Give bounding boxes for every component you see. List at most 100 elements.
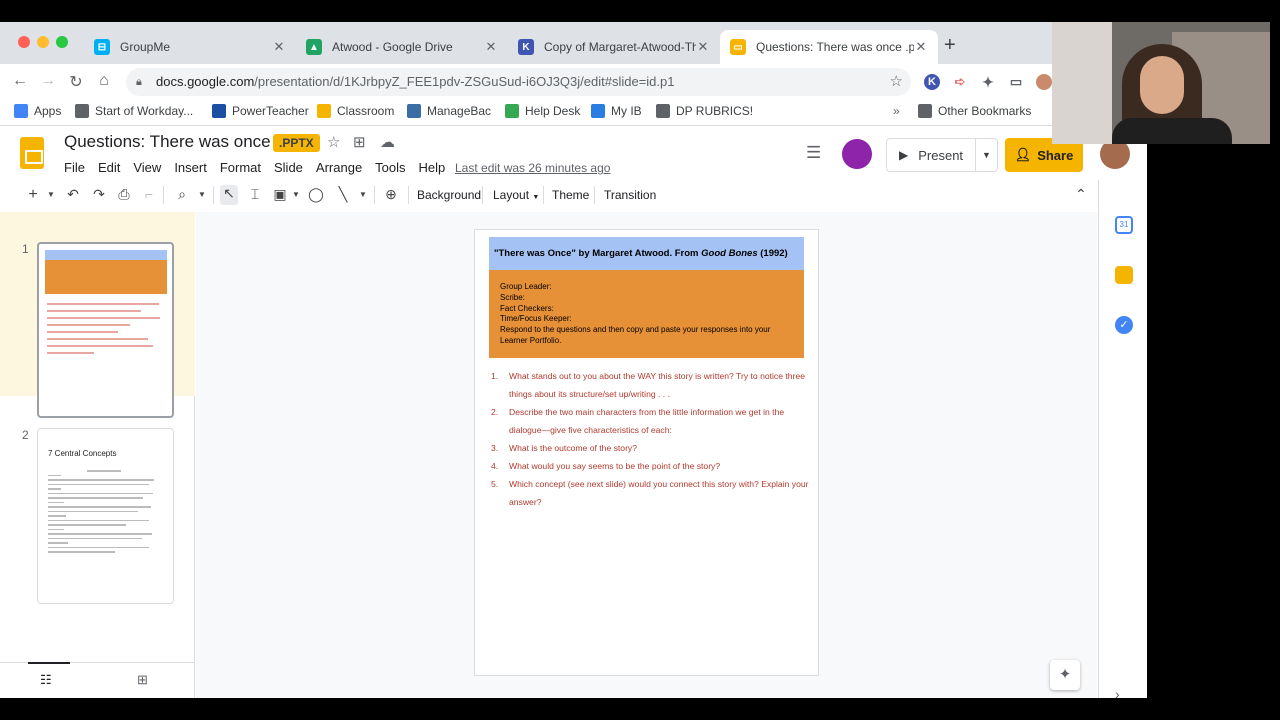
- cloud-status-icon[interactable]: ☁: [380, 133, 395, 151]
- move-folder-icon[interactable]: ⊞: [353, 133, 366, 151]
- other-bookmarks-label: Other Bookmarks: [938, 104, 1032, 118]
- doc-title[interactable]: Questions: There was once: [64, 132, 271, 152]
- reload-icon[interactable]: ↻: [66, 72, 86, 92]
- print-icon[interactable]: ⎙: [115, 186, 133, 203]
- menu-edit[interactable]: Edit: [98, 160, 120, 175]
- shape-icon[interactable]: ◯: [307, 186, 325, 203]
- text-box-icon[interactable]: ⌶: [246, 186, 264, 203]
- close-window-button[interactable]: [18, 36, 30, 48]
- select-tool-icon[interactable]: ↖: [220, 185, 238, 205]
- bookmark-item[interactable]: DP RUBRICS!: [656, 104, 753, 118]
- tab-title: Atwood - Google Drive: [332, 40, 453, 54]
- last-edit-link[interactable]: Last edit was 26 minutes ago: [455, 161, 610, 175]
- bookmark-label: Help Desk: [525, 104, 581, 118]
- slide-1[interactable]: "There was Once" by Margaret Atwood. Fro…: [474, 229, 819, 676]
- side-panel: 31 ✓ ›: [1098, 180, 1147, 698]
- maximize-window-button[interactable]: [56, 36, 68, 48]
- tab-2[interactable]: ▲ Atwood - Google Drive ✕: [296, 30, 508, 64]
- star-icon[interactable]: ☆: [327, 133, 340, 151]
- question-item: 5. Which concept (see next slide) would y…: [489, 475, 809, 511]
- zoom-dropdown-icon[interactable]: ▼: [193, 190, 211, 199]
- new-tab-button[interactable]: +: [944, 34, 956, 57]
- puzzle-icon[interactable]: ✦: [980, 74, 996, 90]
- profile-avatar[interactable]: [1036, 74, 1052, 90]
- account-avatar-m[interactable]: [842, 139, 872, 169]
- tab-4[interactable]: ▭ Questions: There was once .pp ✕: [720, 30, 938, 64]
- slide-thumbnail-1[interactable]: [37, 242, 174, 418]
- slides-logo-icon[interactable]: [20, 137, 44, 169]
- bookmark-label: PowerTeacher: [232, 104, 309, 118]
- tab-1[interactable]: ⊟ GroupMe ✕: [84, 30, 296, 64]
- slide-title-band[interactable]: "There was Once" by Margaret Atwood. Fro…: [489, 237, 804, 270]
- menu-slide[interactable]: Slide: [274, 160, 303, 175]
- grid-view-icon[interactable]: ⊞: [137, 672, 148, 688]
- image-dropdown-icon[interactable]: ▼: [287, 190, 305, 199]
- collapse-toolbar-icon[interactable]: ⌃: [1072, 186, 1090, 203]
- thumb-text-lines: [48, 467, 160, 556]
- menu-view[interactable]: View: [133, 160, 161, 175]
- present-dropdown-icon[interactable]: ▼: [975, 139, 997, 171]
- undo-icon[interactable]: ↶: [64, 186, 82, 203]
- tab-title: GroupMe: [120, 40, 171, 54]
- k-extension-icon[interactable]: K: [924, 74, 940, 90]
- layout-button[interactable]: Layout ▼: [493, 188, 539, 202]
- present-button[interactable]: ▶ Present ▼: [886, 138, 998, 172]
- bookmark-star-icon[interactable]: ☆: [890, 68, 903, 96]
- bookmark-item[interactable]: PowerTeacher: [212, 104, 309, 118]
- bookmark-item[interactable]: Help Desk: [505, 104, 580, 118]
- keep-icon[interactable]: [1115, 266, 1133, 284]
- bookmark-item[interactable]: ManageBac: [407, 104, 491, 118]
- comment-icon[interactable]: ⊕: [382, 186, 400, 203]
- menu-insert[interactable]: Insert: [174, 160, 207, 175]
- menu-arrange[interactable]: Arrange: [316, 160, 362, 175]
- bookmark-item[interactable]: Start of Workday...: [75, 104, 193, 118]
- close-tab-icon[interactable]: ✕: [696, 39, 710, 55]
- extension-icon[interactable]: ➪: [952, 74, 968, 90]
- new-slide-dropdown-icon[interactable]: ▼: [42, 190, 60, 199]
- line-dropdown-icon[interactable]: ▼: [354, 190, 372, 199]
- zoom-icon[interactable]: ⌕: [173, 186, 191, 203]
- bookmark-label: Apps: [34, 104, 62, 118]
- redo-icon[interactable]: ↷: [90, 186, 108, 203]
- forward-icon[interactable]: →: [38, 72, 58, 90]
- explore-icon[interactable]: ✦: [1050, 660, 1080, 690]
- bookmark-item[interactable]: My IB: [591, 104, 642, 118]
- slide-roles-box[interactable]: Group Leader: Scribe: Fact Checkers: Time/F…: [489, 270, 804, 358]
- home-icon[interactable]: ⌂: [94, 72, 114, 90]
- person-icon: 👤︎: [1014, 147, 1032, 162]
- bookmark-item[interactable]: Classroom: [317, 104, 394, 118]
- background-button[interactable]: Background: [417, 188, 481, 202]
- new-slide-icon[interactable]: +: [24, 186, 42, 204]
- address-bar[interactable]: 🔒︎ docs.google.com/presentation/d/1KJrbp…: [126, 68, 911, 96]
- lock-icon: 🔒︎: [136, 76, 142, 88]
- question-number: 1.: [491, 371, 499, 381]
- menu-tools[interactable]: Tools: [375, 160, 405, 175]
- comments-icon[interactable]: ☰: [806, 143, 821, 163]
- other-bookmarks[interactable]: Other Bookmarks: [918, 104, 1031, 118]
- back-icon[interactable]: ←: [10, 72, 30, 90]
- close-tab-icon[interactable]: ✕: [914, 39, 928, 55]
- cast-icon[interactable]: ▭: [1008, 74, 1024, 90]
- filmstrip-view-icon[interactable]: ☷: [40, 672, 52, 688]
- line-icon[interactable]: ╲: [334, 186, 352, 203]
- tab-title: Questions: There was once .pp: [756, 40, 914, 54]
- bookmarks-bar: Apps Start of Workday... PowerTeacher Class…: [0, 100, 1147, 126]
- question-text: Which concept (see next slide) would you…: [509, 479, 809, 507]
- menu-help[interactable]: Help: [419, 160, 446, 175]
- tasks-icon[interactable]: ✓: [1115, 316, 1133, 334]
- calendar-icon[interactable]: 31: [1115, 216, 1133, 234]
- expand-panel-icon[interactable]: ›: [1115, 686, 1120, 698]
- bookmark-item[interactable]: Apps: [14, 104, 61, 118]
- slide-thumbnail-2[interactable]: 7 Central Concepts: [37, 428, 174, 604]
- tab-3[interactable]: K Copy of Margaret-Atwood-The ✕: [508, 30, 720, 64]
- menu-format[interactable]: Format: [220, 160, 261, 175]
- theme-button[interactable]: Theme: [552, 188, 589, 202]
- close-tab-icon[interactable]: ✕: [272, 39, 286, 55]
- transition-button[interactable]: Transition: [604, 188, 656, 202]
- menu-file[interactable]: File: [64, 160, 85, 175]
- slide-question-list[interactable]: 1. What stands out to you about the WAY t…: [489, 367, 809, 511]
- paint-format-icon[interactable]: ⌐: [140, 186, 158, 202]
- close-tab-icon[interactable]: ✕: [484, 39, 498, 55]
- minimize-window-button[interactable]: [37, 36, 49, 48]
- more-bookmarks-button[interactable]: »: [893, 104, 900, 118]
